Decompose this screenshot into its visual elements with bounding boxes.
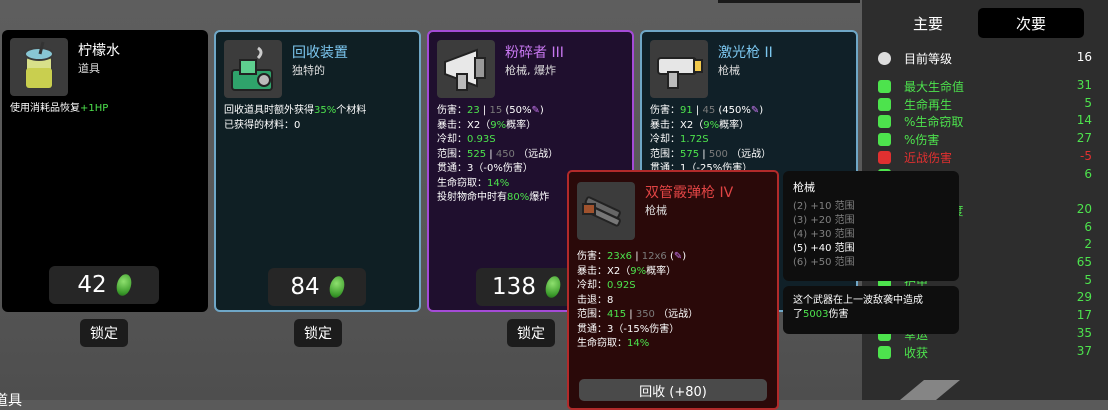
item-type: 道具	[78, 62, 100, 75]
price-value: 138	[492, 274, 536, 300]
item-type: 独特的	[292, 64, 325, 77]
lock-button[interactable]: 锁定	[80, 319, 128, 347]
level-row: 目前等级 16	[862, 50, 1108, 67]
set-bonus-row: (2) +10 范围	[793, 201, 855, 212]
stat-name: 近战伤害	[904, 150, 953, 165]
stat-value: 27	[1076, 131, 1092, 146]
stat-name: %生命窃取	[904, 115, 964, 130]
tab-secondary[interactable]: 次要	[978, 8, 1084, 38]
stat-row: 生命再生 5	[862, 96, 1108, 113]
double-barrel-shotgun-icon	[577, 182, 635, 240]
crusher-weapon-icon	[437, 40, 495, 98]
set-bonus-row: (4) +30 范围	[793, 229, 855, 240]
material-coin-icon	[327, 274, 347, 300]
price-value: 84	[290, 274, 320, 300]
stat-name: 最大生命值	[904, 80, 965, 94]
harvest-icon	[878, 345, 891, 359]
laser-gun-icon	[650, 40, 708, 98]
price-value: 42	[77, 272, 107, 298]
damage-dealt-tooltip: 这个武器在上一波敌袭中造成 了5003伤害	[783, 286, 959, 334]
weapon-stats: 伤害：91 | 45 (450%✎) 暴击：X2（9%概率） 冷却：1.72S …	[650, 105, 772, 174]
item-description: 回收道具时额外获得35%个材料 已获得的材料：0	[224, 105, 367, 131]
regen-icon	[878, 97, 891, 111]
damage-text: 这个武器在上一波敌袭中造成 了5003伤害	[793, 295, 923, 320]
damage-icon	[878, 133, 891, 147]
stat-value: 17	[1076, 308, 1092, 323]
stat-value: 5	[1084, 95, 1092, 110]
stat-row: 近战伤害 -5	[862, 149, 1108, 166]
tab-primary[interactable]: 主要	[878, 8, 978, 38]
weapon-detail-card[interactable]: 双管霰弹枪 IV 枪械 伤害：23x6 | 12x6 (✎) 暴击：X2（9%概…	[567, 170, 779, 410]
item-description: 使用消耗品恢复+1HP	[10, 103, 109, 114]
tooltip-title: 枪械	[793, 181, 815, 194]
shop-card-recycler[interactable]: 回收装置 独特的 回收道具时额外获得35%个材料 已获得的材料：0 84	[214, 30, 421, 312]
material-coin-icon	[543, 274, 563, 300]
lock-button[interactable]: 锁定	[507, 319, 555, 347]
stat-row: %伤害 27	[862, 131, 1108, 148]
weapon-stats: 伤害：23x6 | 12x6 (✎) 暴击：X2（9%概率） 冷却：0.92S …	[577, 251, 699, 349]
set-bonus-row: (6) +50 范围	[793, 257, 855, 268]
stat-row: 最大生命值 31	[862, 78, 1108, 95]
stat-name: 收获	[904, 345, 929, 360]
scaling-icon: ✎	[673, 251, 683, 262]
weapon-stats: 伤害：23 | 15 (50%✎) 暴击：X2（9%概率） 冷却：0.93S 范…	[437, 105, 559, 203]
set-bonus-row-active: (5) +40 范围	[793, 243, 855, 254]
section-label: 道具	[0, 393, 22, 409]
lemonade-icon	[10, 38, 68, 96]
stat-value: 29	[1076, 290, 1092, 305]
stat-row: %生命窃取 14	[862, 113, 1108, 130]
stat-value: -5	[1080, 148, 1092, 163]
item-title: 柠檬水	[78, 43, 120, 59]
lifesteal-icon	[878, 115, 891, 129]
level-icon	[878, 52, 891, 65]
stat-value: 20	[1076, 201, 1092, 216]
set-bonus-row: (3) +20 范围	[793, 215, 855, 226]
stat-value: 35	[1076, 325, 1092, 340]
recycler-icon	[224, 40, 282, 98]
recycle-button[interactable]: 回收 (+80)	[579, 379, 767, 401]
stat-value: 5	[1084, 272, 1092, 287]
melee-icon	[878, 150, 891, 164]
price-tag[interactable]: 138	[476, 268, 576, 306]
price-tag[interactable]: 42	[49, 266, 159, 304]
item-title: 回收装置	[292, 45, 348, 61]
scaling-icon: ✎	[531, 105, 540, 116]
stat-value: 65	[1076, 255, 1092, 269]
shop-card-lemonade[interactable]: 柠檬水 道具 使用消耗品恢复+1HP 42	[2, 30, 208, 312]
stat-value: 14	[1076, 113, 1092, 128]
lock-button[interactable]: 锁定	[294, 319, 342, 347]
stat-row: 收获 37	[862, 344, 1108, 361]
top-bar-fragment	[718, 0, 860, 3]
material-coin-icon	[114, 272, 134, 298]
scaling-icon: ✎	[750, 105, 760, 116]
stat-value: 31	[1076, 78, 1092, 92]
price-tag[interactable]: 84	[268, 268, 366, 306]
heart-icon	[878, 80, 891, 93]
stat-value: 2	[1084, 237, 1092, 252]
stat-value: 6	[1084, 219, 1092, 234]
stat-name: %伤害	[904, 133, 940, 148]
item-type: 枪械	[645, 204, 667, 217]
item-title: 双管霰弹枪 IV	[645, 185, 734, 201]
stat-value: 6	[1084, 166, 1092, 181]
weapon-class-tooltip: 枪械 (2) +10 范围 (3) +20 范围 (4) +30 范围 (5) …	[783, 171, 959, 281]
item-title: 激光枪 II	[718, 45, 773, 61]
stat-name: 生命再生	[904, 97, 953, 112]
stat-value: 37	[1076, 343, 1092, 358]
item-title: 粉碎者 III	[505, 45, 564, 61]
item-type: 枪械	[718, 64, 740, 77]
item-type: 枪械, 爆炸	[505, 64, 556, 77]
